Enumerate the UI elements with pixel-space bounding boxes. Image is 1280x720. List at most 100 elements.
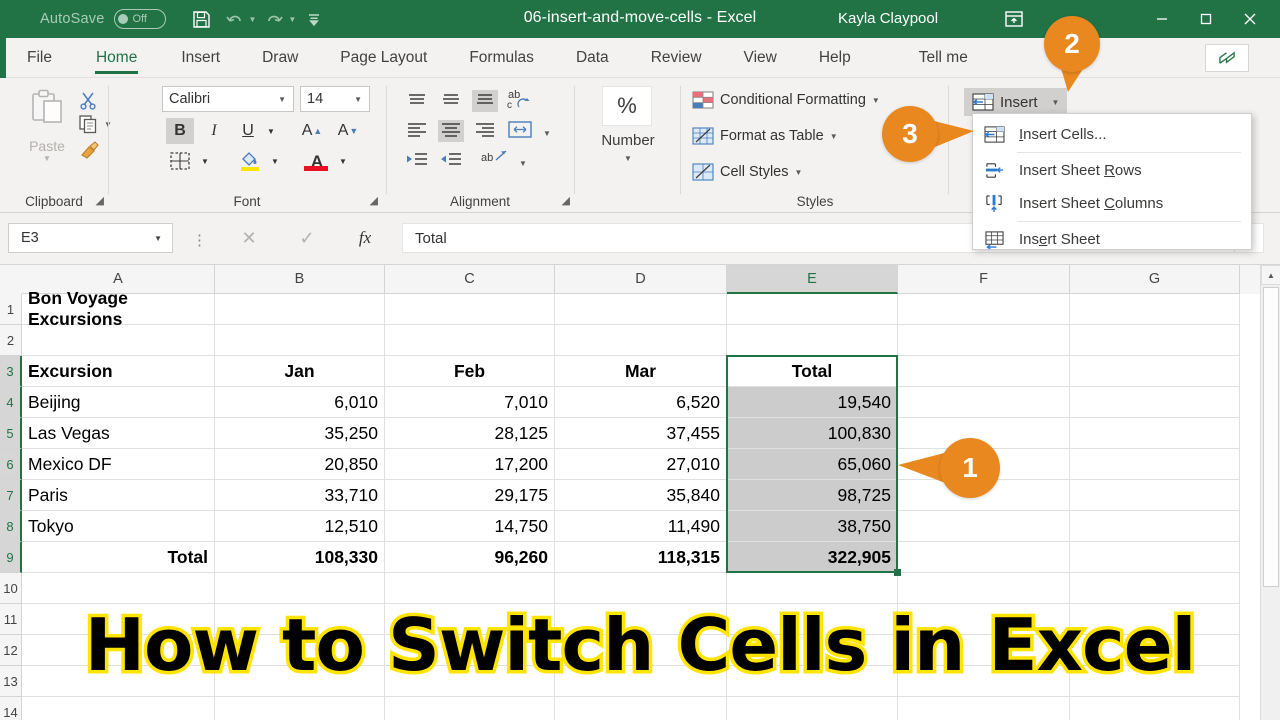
cell-D14[interactable]	[555, 697, 727, 720]
fill-color-caret-icon[interactable]: ▼	[268, 152, 282, 170]
chevron-down-icon[interactable]: ▼	[154, 234, 162, 243]
cell-F12[interactable]	[898, 635, 1070, 666]
orientation-button[interactable]: ab c	[506, 88, 536, 111]
row-header-4[interactable]: 4	[0, 387, 22, 418]
cell-A12[interactable]	[22, 635, 215, 666]
cell-A9[interactable]: Total	[22, 542, 215, 573]
cell-F14[interactable]	[898, 697, 1070, 720]
cell-C14[interactable]	[385, 697, 555, 720]
paste-button[interactable]: Paste ▼	[18, 88, 76, 163]
row-header-12[interactable]: 12	[0, 635, 22, 666]
cell-B12[interactable]	[215, 635, 385, 666]
cell-B11[interactable]	[215, 604, 385, 635]
cell-G6[interactable]	[1070, 449, 1240, 480]
column-header-d[interactable]: D	[555, 265, 727, 294]
font-color-caret-icon[interactable]: ▼	[336, 152, 350, 170]
cell-B7[interactable]: 33,710	[215, 480, 385, 511]
cell-A3[interactable]: Excursion	[22, 356, 215, 387]
cell-F2[interactable]	[898, 325, 1070, 356]
cell-D13[interactable]	[555, 666, 727, 697]
cell-D12[interactable]	[555, 635, 727, 666]
percent-format-button[interactable]: %	[602, 86, 652, 126]
scrollbar-thumb[interactable]	[1263, 287, 1279, 587]
row-header-11[interactable]: 11	[0, 604, 22, 635]
cell-A8[interactable]: Tokyo	[22, 511, 215, 542]
cell-G4[interactable]	[1070, 387, 1240, 418]
row-header-3[interactable]: 3	[0, 356, 22, 387]
align-left-button[interactable]	[404, 120, 430, 142]
fill-handle[interactable]	[894, 569, 901, 576]
cell-B2[interactable]	[215, 325, 385, 356]
row-header-7[interactable]: 7	[0, 480, 22, 511]
fill-color-button[interactable]	[234, 148, 266, 174]
share-icon[interactable]	[1205, 44, 1249, 72]
cell-B5[interactable]: 35,250	[215, 418, 385, 449]
cell-B4[interactable]: 6,010	[215, 387, 385, 418]
clipboard-dialog-launcher[interactable]: ◢	[96, 194, 104, 207]
column-header-b[interactable]: B	[215, 265, 385, 294]
column-header-f[interactable]: F	[898, 265, 1070, 294]
cell-A1[interactable]: Bon Voyage Excursions	[22, 288, 215, 329]
cell-B14[interactable]	[215, 697, 385, 720]
minimize-button[interactable]	[1140, 0, 1184, 38]
column-header-c[interactable]: C	[385, 265, 555, 294]
cell-A4[interactable]: Beijing	[22, 387, 215, 418]
cell-D8[interactable]: 11,490	[555, 511, 727, 542]
cell-G10[interactable]	[1070, 573, 1240, 604]
cell-F8[interactable]	[898, 511, 1070, 542]
scroll-up-icon[interactable]: ▲	[1261, 265, 1280, 285]
row-header-8[interactable]: 8	[0, 511, 22, 542]
tab-help[interactable]: Help	[806, 38, 864, 78]
cell-B13[interactable]	[215, 666, 385, 697]
cell-F13[interactable]	[898, 666, 1070, 697]
cell-G11[interactable]	[1070, 604, 1240, 635]
cell-C11[interactable]	[385, 604, 555, 635]
ribbon-display-options-icon[interactable]	[1004, 9, 1024, 34]
cell-E14[interactable]	[727, 697, 898, 720]
cell-C10[interactable]	[385, 573, 555, 604]
insert-function-icon[interactable]: fx	[336, 228, 394, 248]
row-header-2[interactable]: 2	[0, 325, 22, 356]
tab-draw[interactable]: Draw	[249, 38, 311, 78]
cell-D10[interactable]	[555, 573, 727, 604]
chevron-down-icon[interactable]: ▼	[278, 95, 286, 104]
wrap-text-button[interactable]	[506, 118, 536, 140]
cell-B6[interactable]: 20,850	[215, 449, 385, 480]
column-header-g[interactable]: G	[1070, 265, 1240, 294]
cell-styles-button[interactable]: Cell Styles ▼	[692, 162, 802, 182]
cell-A11[interactable]	[22, 604, 215, 635]
cell-A10[interactable]	[22, 573, 215, 604]
font-dialog-launcher[interactable]: ◢	[370, 194, 378, 207]
cell-D6[interactable]: 27,010	[555, 449, 727, 480]
name-box[interactable]: E3 ▼	[8, 223, 173, 253]
conditional-formatting-caret-icon[interactable]: ▼	[872, 96, 880, 105]
cell-E7[interactable]: 98,725	[727, 480, 898, 511]
tab-page-layout[interactable]: Page Layout	[327, 38, 440, 78]
cell-F3[interactable]	[898, 356, 1070, 387]
merge-caret-icon[interactable]: ▼	[516, 152, 530, 174]
row-header-9[interactable]: 9	[0, 542, 22, 573]
grow-font-button[interactable]: A ▲	[298, 118, 326, 144]
cell-E1[interactable]	[727, 294, 898, 325]
enter-icon[interactable]: ✓	[278, 228, 336, 249]
cell-G14[interactable]	[1070, 697, 1240, 720]
format-painter-button[interactable]	[78, 140, 100, 160]
cell-E13[interactable]	[727, 666, 898, 697]
cell-F10[interactable]	[898, 573, 1070, 604]
cell-styles-caret-icon[interactable]: ▼	[795, 168, 803, 177]
insert-caret-icon[interactable]: ▼	[1052, 98, 1060, 107]
cell-G12[interactable]	[1070, 635, 1240, 666]
row-header-13[interactable]: 13	[0, 666, 22, 697]
shrink-font-button[interactable]: A ▼	[334, 118, 362, 144]
tab-formulas[interactable]: Formulas	[456, 38, 547, 78]
align-middle-button[interactable]	[438, 90, 464, 112]
cell-E6[interactable]: 65,060	[727, 449, 898, 480]
vertical-scrollbar[interactable]: ▲	[1260, 265, 1280, 720]
worksheet-grid[interactable]: A B C D E F G 1 2 3 4 5 6 7 8 9 10 11 12 13 14 322,90…	[0, 265, 1280, 720]
cell-C1[interactable]	[385, 294, 555, 325]
align-center-button[interactable]	[438, 120, 464, 142]
cell-D9[interactable]: 118,315	[555, 542, 727, 573]
cancel-icon[interactable]: ✕	[220, 228, 278, 249]
cell-G7[interactable]	[1070, 480, 1240, 511]
cell-B10[interactable]	[215, 573, 385, 604]
